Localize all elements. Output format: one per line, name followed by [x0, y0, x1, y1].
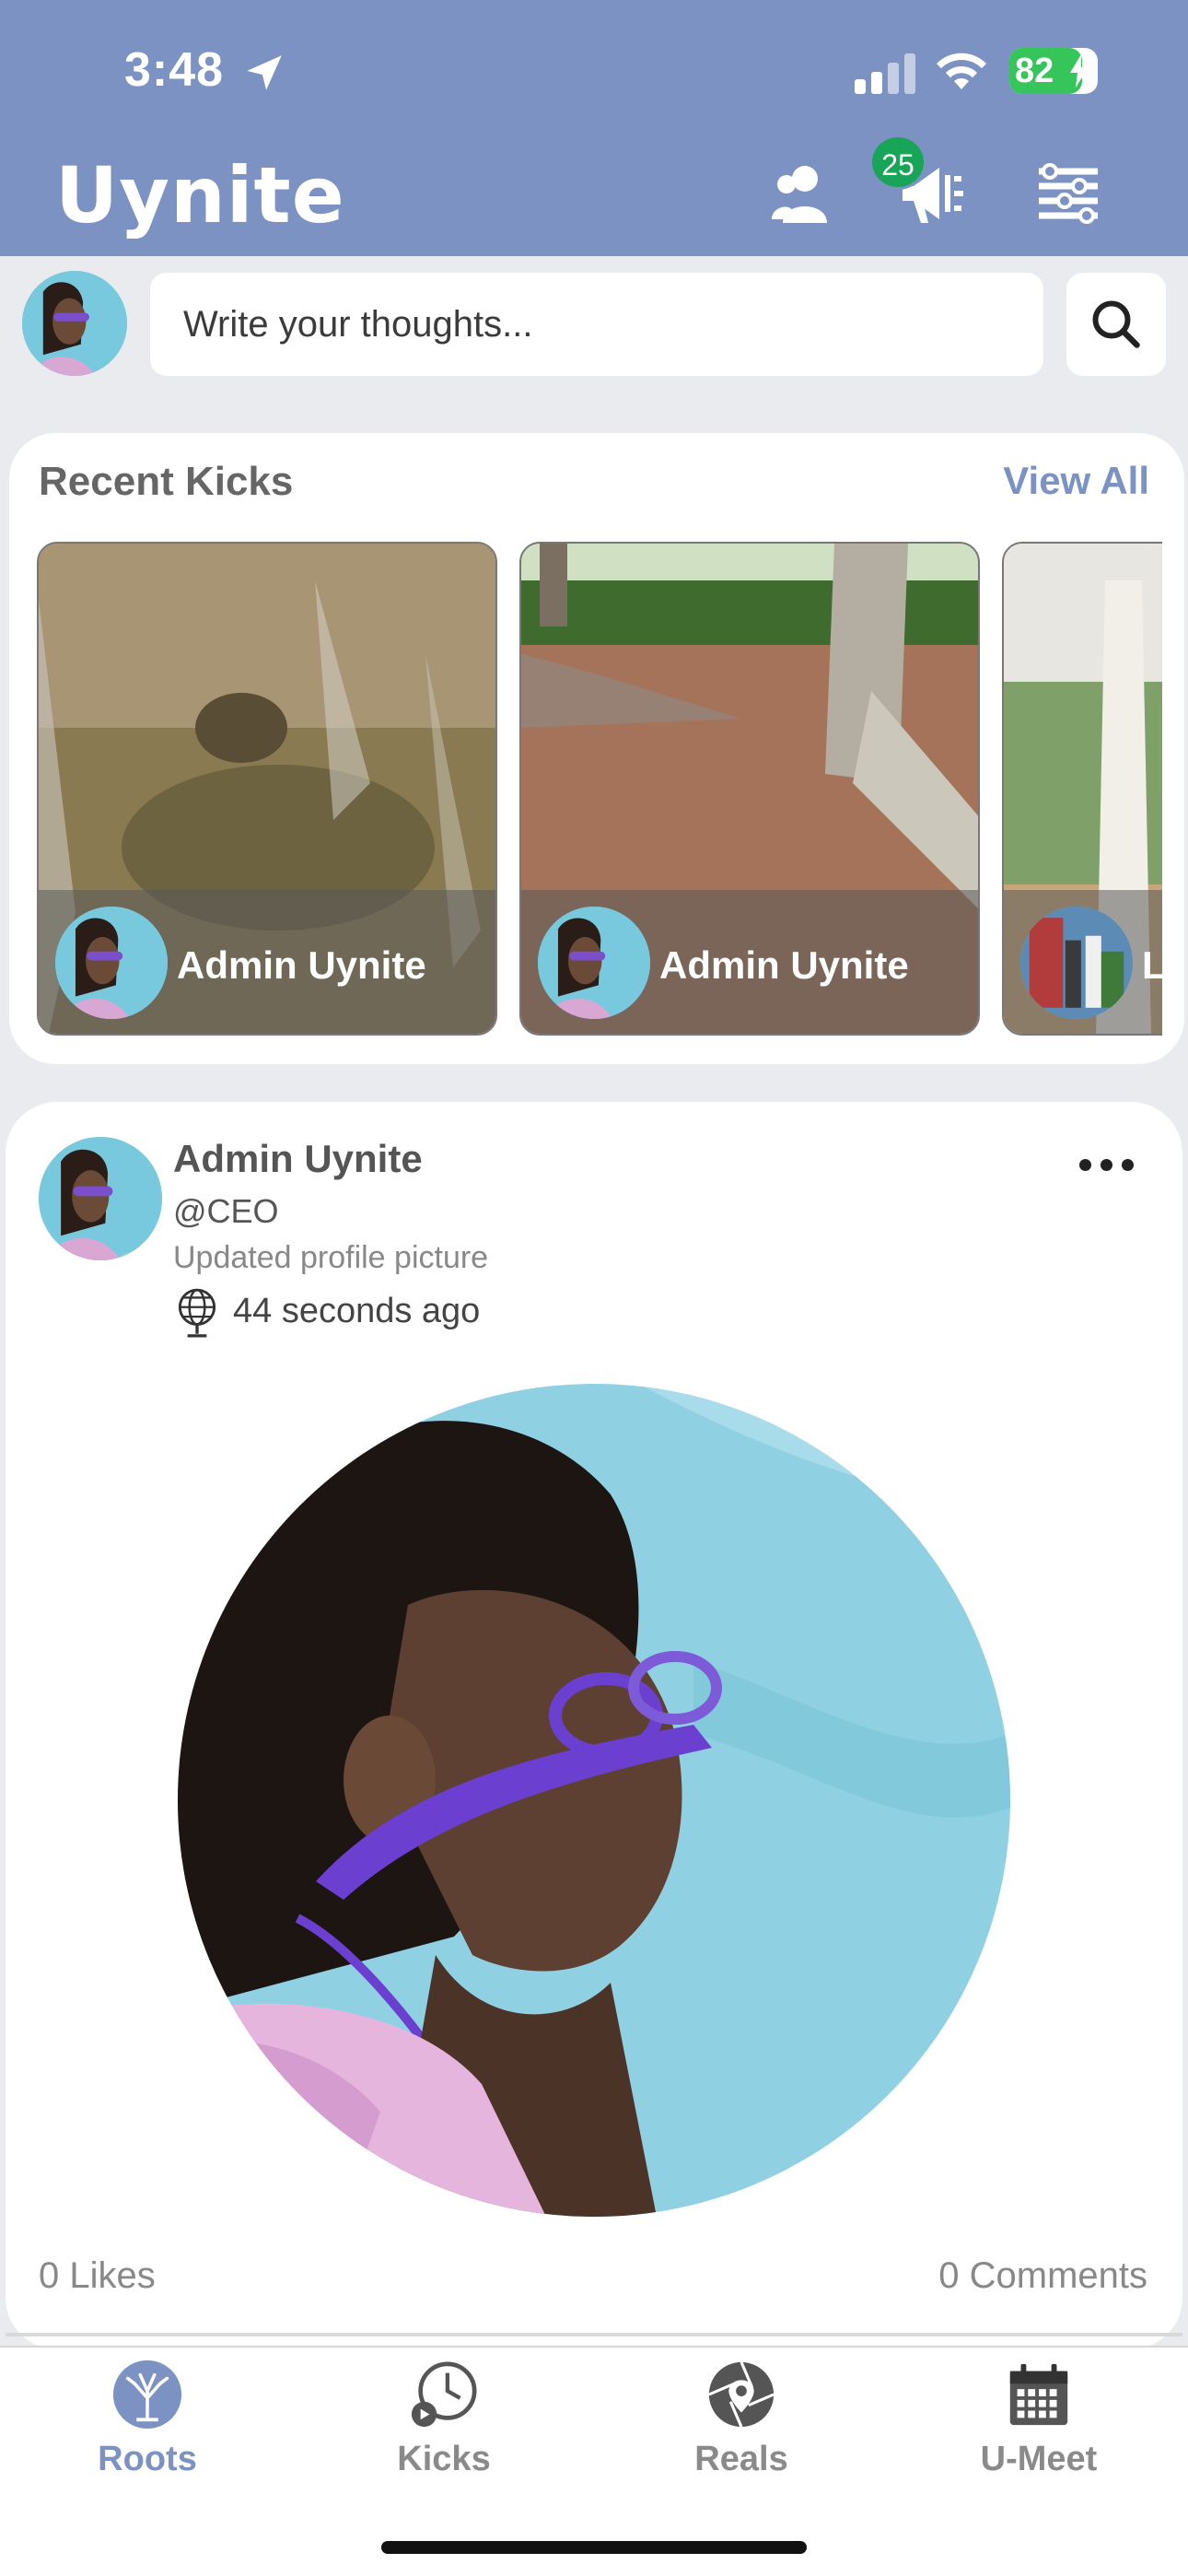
aperture-pin-icon — [708, 2361, 775, 2428]
kick-author-avatar — [1020, 907, 1133, 1019]
post-action-text: Updated profile picture — [173, 1240, 489, 1275]
search-icon — [1092, 300, 1140, 348]
battery-indicator: 82 — [1009, 48, 1098, 94]
status-bar: 3:48 82 — [0, 0, 1188, 138]
globe-public-icon — [178, 1288, 216, 1338]
battery-level: 82 — [1015, 52, 1054, 90]
comments-count[interactable]: 0 Comments — [938, 2255, 1147, 2297]
post-timestamp: 44 seconds ago — [233, 1292, 481, 1330]
kick-card[interactable]: L — [1002, 542, 1162, 1036]
kick-card[interactable]: Admin Uynite — [519, 542, 980, 1036]
kick-card[interactable]: Admin Uynite — [37, 542, 497, 1036]
more-options-button[interactable] — [1077, 1150, 1136, 1177]
tab-label: Roots — [98, 2440, 197, 2478]
tab-reals[interactable]: Reals — [640, 2359, 843, 2488]
app-logo: Uynite — [55, 150, 345, 240]
post-author-avatar[interactable] — [39, 1137, 162, 1260]
post-author-handle: @CEO — [173, 1192, 279, 1230]
post-author-name[interactable]: Admin Uynite — [173, 1137, 423, 1181]
app-header: 3:48 82 Uynite 25 — [0, 0, 1188, 256]
contacts-icon[interactable] — [764, 157, 838, 230]
kick-author-avatar — [538, 907, 650, 1019]
kicks-carousel[interactable]: Admin Uynite Admin Uynite — [9, 542, 1162, 1039]
kick-author-name: Admin Uynite — [177, 943, 426, 987]
tab-roots[interactable]: Roots — [46, 2359, 249, 2488]
post-composer-input[interactable] — [150, 273, 1043, 376]
cellular-signal-icon — [855, 53, 915, 94]
my-avatar[interactable] — [22, 271, 127, 376]
likes-count[interactable]: 0 Likes — [39, 2255, 156, 2297]
tab-kicks[interactable]: Kicks — [343, 2359, 545, 2488]
avatar-photo — [39, 1137, 162, 1260]
tab-label: Kicks — [397, 2440, 491, 2478]
charging-bolt-icon — [1070, 54, 1089, 88]
tree-icon — [112, 2359, 182, 2430]
kick-author-name: Admin Uynite — [659, 943, 909, 987]
status-time: 3:48 — [124, 43, 225, 97]
clock-play-icon — [411, 2361, 477, 2428]
tab-u-meet[interactable]: U-Meet — [938, 2359, 1140, 2488]
kick-author-avatar — [55, 907, 168, 1019]
divider — [6, 2333, 1182, 2336]
avatar-photo — [22, 271, 127, 376]
profile-picture-photo — [178, 1384, 1010, 2217]
search-button[interactable] — [1066, 273, 1166, 376]
tab-label: Reals — [694, 2440, 788, 2478]
wifi-icon — [937, 53, 986, 89]
home-indicator[interactable] — [381, 2541, 807, 2554]
notification-badge: 25 — [869, 135, 926, 190]
app-screen: 3:48 82 Uynite 25 Write your thoughts...… — [0, 0, 1188, 2576]
post-image[interactable] — [178, 1384, 1010, 2217]
view-all-link[interactable]: View All — [1003, 459, 1149, 503]
calendar-icon — [1009, 2363, 1068, 2426]
settings-sliders-icon[interactable] — [1031, 157, 1105, 230]
location-arrow-icon — [247, 55, 282, 90]
recent-kicks-title: Recent Kicks — [39, 459, 294, 504]
kick-author-name: L — [1142, 943, 1162, 988]
tab-label: U-Meet — [980, 2440, 1098, 2478]
